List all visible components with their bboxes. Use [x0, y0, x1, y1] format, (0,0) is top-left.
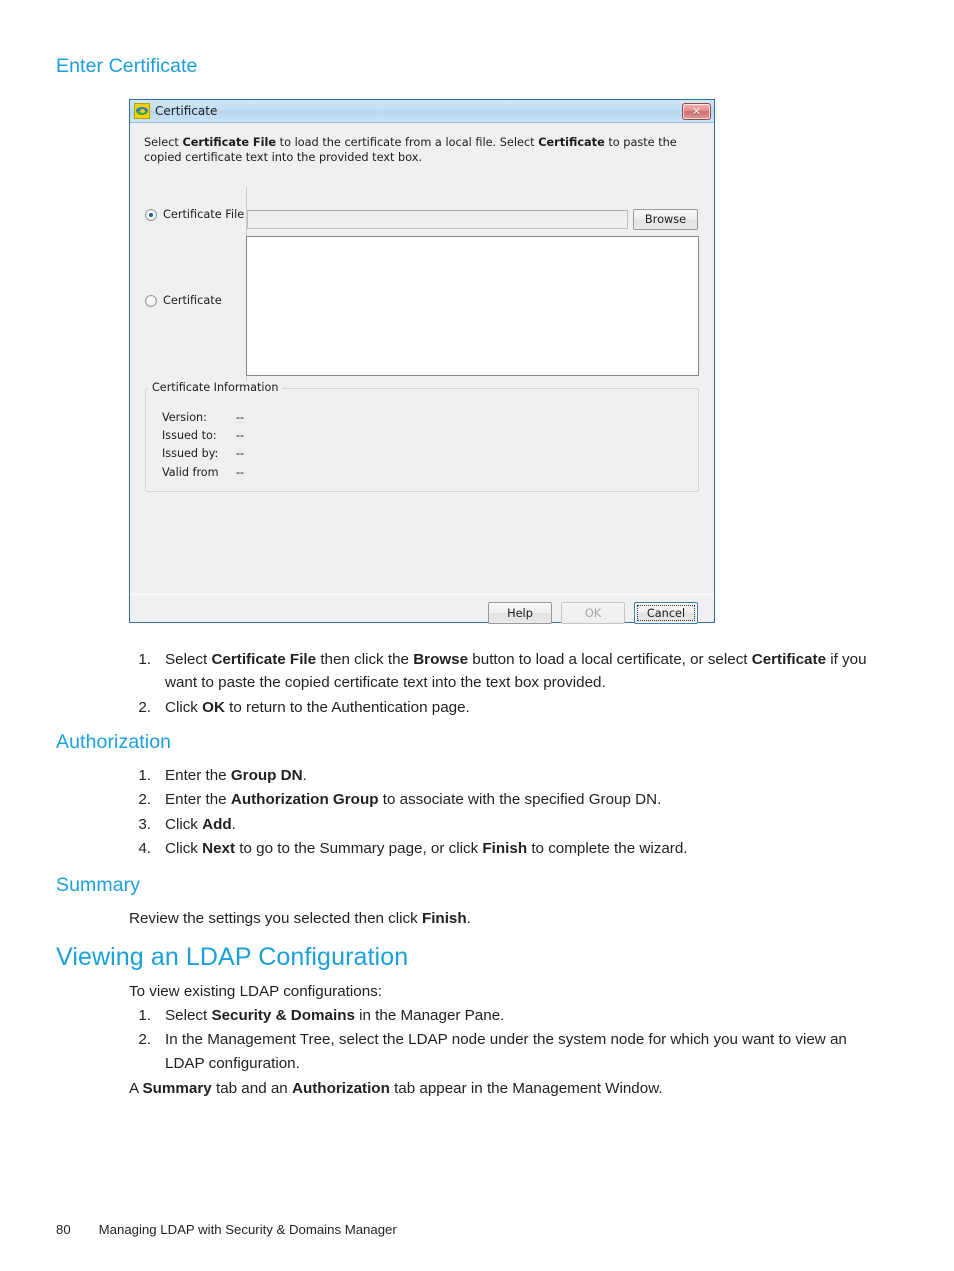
viewing-ldap-intro: To view existing LDAP configurations: [129, 983, 382, 1000]
dialog-titlebar: Certificate ✕ [130, 100, 714, 123]
info-value: -- [236, 429, 245, 442]
button-bar-separator [131, 594, 713, 595]
info-value: -- [236, 411, 245, 424]
dialog-description: Select Certificate File to load the cert… [144, 136, 677, 165]
list-item: 2. In the Management Tree, select the LD… [129, 1028, 889, 1075]
info-label: Valid from [162, 466, 219, 479]
close-glyph: ✕ [691, 104, 702, 118]
info-row: Version: -- [162, 411, 244, 424]
list-item: 1. Select Security & Domains in the Mana… [129, 1004, 889, 1027]
list-number: 1. [138, 651, 151, 668]
close-icon[interactable]: ✕ [682, 102, 711, 120]
dialog-title: Certificate [155, 104, 218, 118]
info-value: -- [236, 466, 245, 479]
list-number: 3. [138, 815, 151, 833]
enter-certificate-steps: 1. Select Certificate File then click th… [129, 648, 889, 720]
info-row: Valid from -- [162, 466, 244, 479]
footer-title: Managing LDAP with Security & Domains Ma… [98, 1222, 397, 1237]
dialog-body: Select Certificate File to load the cert… [130, 123, 714, 624]
page-number: 80 [56, 1222, 71, 1237]
certificate-dialog: Certificate ✕ Select Certificate File to… [129, 99, 715, 624]
list-text: Enter the Authorization Group to associa… [165, 791, 662, 809]
certificate-file-path-input[interactable] [247, 210, 628, 229]
viewing-ldap-closing: A Summary tab and an Authorization tab a… [129, 1080, 663, 1097]
info-label: Issued by: [162, 447, 219, 460]
list-number: 2. [138, 698, 151, 716]
list-text: Click Add. [165, 815, 236, 833]
cancel-button[interactable]: Cancel [634, 602, 698, 624]
info-row: Issued by: -- [162, 447, 244, 460]
list-item: 2. Click OK to return to the Authenticat… [129, 696, 889, 719]
list-number: 1. [138, 767, 151, 784]
list-text: Select Certificate File then click the B… [165, 651, 867, 692]
list-text: Click OK to return to the Authentication… [165, 698, 470, 716]
radio-certificate-label: Certificate [163, 294, 222, 307]
summary-body: Review the settings you selected then cl… [129, 910, 471, 927]
list-text: Enter the Group DN. [165, 767, 307, 784]
list-item: 1. Select Certificate File then click th… [129, 648, 889, 695]
viewing-ldap-steps: 1. Select Security & Domains in the Mana… [129, 1004, 889, 1076]
info-value: -- [236, 447, 245, 460]
section-heading-enter-certificate: Enter Certificate [56, 55, 198, 77]
list-text: In the Management Tree, select the LDAP … [165, 1031, 847, 1072]
list-number: 1. [138, 1007, 151, 1024]
info-label: Issued to: [162, 429, 217, 442]
radio-certificate-indicator[interactable] [145, 294, 157, 307]
ok-button[interactable]: OK [561, 602, 625, 624]
list-text: Select Security & Domains in the Manager… [165, 1007, 505, 1024]
certificate-recycle-icon [134, 103, 150, 119]
section-heading-viewing-ldap-configuration: Viewing an LDAP Configuration [56, 943, 409, 971]
certificate-text-area[interactable] [246, 236, 699, 376]
list-item: 4. Click Next to go to the Summary page,… [129, 837, 889, 860]
dialog-button-bar: Help OK Cancel [130, 602, 714, 624]
list-number: 2. [138, 791, 151, 809]
radio-certificate-file-indicator[interactable] [145, 208, 157, 221]
radio-certificate-file-label: Certificate File [163, 208, 245, 221]
section-heading-summary: Summary [56, 874, 141, 896]
list-text: Click Next to go to the Summary page, or… [165, 839, 688, 857]
page-footer: 80 Managing LDAP with Security & Domains … [56, 1222, 397, 1237]
browse-button[interactable]: Browse [633, 209, 698, 230]
authorization-steps: 1. Enter the Group DN. 2. Enter the Auth… [129, 764, 889, 861]
list-item: 1. Enter the Group DN. [129, 764, 889, 787]
section-heading-authorization: Authorization [56, 731, 172, 753]
list-item: 3. Click Add. [129, 813, 889, 836]
list-number: 4. [138, 839, 151, 857]
list-number: 2. [138, 1031, 151, 1049]
certificate-information-title: Certificate Information [148, 381, 283, 394]
info-label: Version: [162, 411, 207, 424]
help-button[interactable]: Help [488, 602, 552, 624]
radio-certificate[interactable]: Certificate [145, 294, 222, 307]
list-item: 2. Enter the Authorization Group to asso… [129, 788, 889, 811]
radio-certificate-file[interactable]: Certificate File [145, 208, 244, 221]
info-row: Issued to: -- [162, 429, 244, 442]
